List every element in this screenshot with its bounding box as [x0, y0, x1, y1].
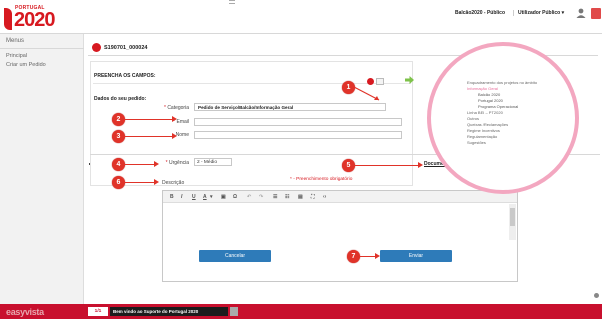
scroll-knob-icon[interactable]	[594, 293, 599, 298]
tree-item[interactable]: Programa Operacional	[478, 104, 518, 109]
tree-item[interactable]: Linha BEI – PT2020	[467, 110, 503, 115]
marker-6: 6	[112, 176, 125, 189]
page-badge: 1/1	[88, 307, 108, 316]
arrow-line	[125, 119, 173, 120]
description-editor[interactable]: B I U A ▾ ▣ Ω ↶ ↷ ☰ ☷ ▤ ⛶ ‹›	[162, 190, 518, 282]
tree-item[interactable]: Informação Geral	[467, 86, 498, 91]
user-icon[interactable]	[576, 8, 586, 18]
arrowhead-icon	[375, 253, 380, 259]
marker-3: 3	[112, 130, 125, 143]
ticker-next-button[interactable]	[230, 307, 238, 316]
refresh-icon[interactable]	[376, 78, 384, 85]
special-char-icon[interactable]: Ω	[233, 194, 237, 200]
chevron-down-icon[interactable]: ▾	[210, 194, 213, 200]
drag-handle-icon[interactable]	[229, 0, 235, 4]
tree-item[interactable]: Sugestões	[467, 140, 486, 145]
divider	[93, 83, 411, 84]
arrowhead-icon	[172, 133, 177, 139]
marker-2: 2	[112, 113, 125, 126]
editor-scroll-thumb[interactable]	[510, 208, 515, 226]
marker-4: 4	[112, 158, 125, 171]
arrow-line	[125, 136, 173, 137]
marker-5: 5	[342, 159, 355, 172]
underline-icon[interactable]: U	[192, 194, 196, 200]
name-label: Nome	[175, 132, 189, 138]
category-label: * Categoria	[163, 105, 189, 111]
top-bar: PORTUGAL 2020 Balcão2020 - Público Utili…	[0, 0, 602, 34]
news-ticker[interactable]: Bem vindo ao Suporte do Portugal 2020	[110, 307, 228, 316]
sidebar-item-principal[interactable]: Principal	[6, 53, 27, 59]
user-selector[interactable]: Utilizador Público ▾	[513, 10, 564, 16]
arrow-right-icon	[405, 76, 414, 84]
arrow-line	[125, 182, 155, 183]
name-field[interactable]	[194, 131, 402, 139]
main-content: S190701_000024 PREENCHA OS CAMPOS: Dados…	[84, 34, 602, 304]
table-icon[interactable]: ▤	[298, 194, 303, 200]
easyvista-logo: easyvista	[6, 307, 44, 317]
logo-text: 2020	[14, 9, 55, 31]
email-field[interactable]	[194, 118, 402, 126]
italic-icon[interactable]: I	[181, 194, 182, 200]
form-heading: PREENCHA OS CAMPOS:	[94, 73, 156, 79]
cancel-button[interactable]: Cancelar	[199, 250, 271, 262]
tree-item[interactable]: Enquadramento dos projetos no âmbito	[467, 80, 537, 85]
request-icon	[92, 43, 101, 52]
tree-item[interactable]: Regulamentação	[467, 134, 497, 139]
editor-toolbar: B I U A ▾ ▣ Ω ↶ ↷ ☰ ☷ ▤ ⛶ ‹›	[163, 191, 517, 203]
request-id: S190701_000024	[104, 45, 148, 51]
required-note: * - Preenchimento obrigatório	[290, 177, 353, 182]
font-color-icon[interactable]: A	[203, 194, 207, 200]
sidebar-item-criar-pedido[interactable]: Criar um Pedido	[6, 62, 46, 68]
category-tree-magnifier: Enquadramento dos projetos no âmbito Inf…	[427, 42, 579, 194]
logout-icon[interactable]	[591, 8, 601, 19]
urgency-label: * Urgência	[165, 160, 189, 166]
footer: easyvista 1/1 Bem vindo ao Suporte do Po…	[0, 304, 602, 319]
bullet-list-icon[interactable]: ☰	[273, 194, 277, 200]
tree-item[interactable]: Portugal 2020	[478, 98, 503, 103]
divider	[0, 48, 84, 49]
arrowhead-icon	[154, 179, 159, 185]
bold-icon[interactable]: B	[170, 194, 174, 200]
source-code-icon[interactable]: ‹›	[323, 194, 326, 200]
image-icon[interactable]: ▣	[221, 194, 226, 200]
arrowhead-icon	[418, 162, 423, 168]
arrow-line	[355, 165, 419, 166]
tree-item[interactable]: Outros	[467, 116, 479, 121]
marker-7: 7	[347, 250, 360, 263]
arrowhead-icon	[154, 161, 159, 167]
clear-icon[interactable]	[367, 78, 374, 85]
tree-item[interactable]: Queixas /Reclamações	[467, 122, 508, 127]
section-title: Dados do seu pedido:	[94, 96, 147, 102]
balcao-selector[interactable]: Balcão2020 - Público	[455, 10, 505, 16]
redo-icon[interactable]: ↷	[259, 194, 263, 200]
logo-mark	[4, 8, 12, 30]
urgency-select[interactable]: 2 - Médio	[194, 158, 232, 166]
sidebar-title: Menus	[6, 38, 25, 44]
arrow-icon	[354, 86, 380, 101]
send-button[interactable]: Enviar	[380, 250, 452, 262]
tree-item[interactable]: Regime Incentivos	[467, 128, 500, 133]
arrow-line	[125, 164, 155, 165]
numbered-list-icon[interactable]: ☷	[285, 194, 289, 200]
arrowhead-icon	[172, 116, 177, 122]
tree-item[interactable]: Balcão 2020	[478, 92, 500, 97]
fullscreen-icon[interactable]: ⛶	[311, 194, 315, 200]
description-label: Descrição	[162, 180, 185, 186]
sidebar: Menus Principal Criar um Pedido	[0, 34, 84, 304]
arrow-line	[360, 256, 376, 257]
undo-icon[interactable]: ↶	[247, 194, 251, 200]
